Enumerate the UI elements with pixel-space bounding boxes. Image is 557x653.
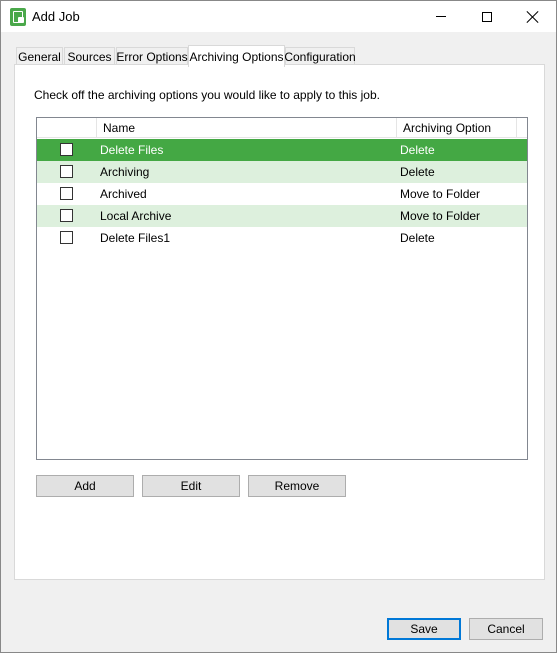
- row-option: Move to Folder: [400, 187, 481, 201]
- list-row-archived[interactable]: Archived Move to Folder: [37, 183, 527, 205]
- row-name: Archiving: [100, 165, 150, 179]
- archiving-options-list[interactable]: Name Archiving Option Delete Files Delet…: [36, 117, 528, 460]
- add-job-window: Add Job General Sources Error Options Ar…: [0, 0, 557, 653]
- list-header: Name Archiving Option: [37, 118, 527, 138]
- row-option: Delete: [400, 231, 435, 245]
- edit-button[interactable]: Edit: [142, 475, 240, 497]
- save-button[interactable]: Save: [387, 618, 461, 640]
- row-option: Move to Folder: [400, 209, 481, 223]
- maximize-button[interactable]: [464, 1, 510, 32]
- row-checkbox[interactable]: [60, 165, 73, 178]
- list-row-archiving[interactable]: Archiving Delete: [37, 161, 527, 183]
- minimize-icon: [436, 16, 446, 17]
- header-name-column[interactable]: Name: [97, 118, 397, 138]
- window-title: Add Job: [32, 9, 80, 24]
- list-row-delete-files1[interactable]: Delete Files1 Delete: [37, 227, 527, 249]
- list-row-local-archive[interactable]: Local Archive Move to Folder: [37, 205, 527, 227]
- header-check-column[interactable]: [37, 118, 97, 138]
- row-checkbox[interactable]: [60, 143, 73, 156]
- add-button[interactable]: Add: [36, 475, 134, 497]
- close-icon: [527, 11, 539, 23]
- app-icon: [10, 8, 26, 26]
- minimize-button[interactable]: [418, 1, 464, 32]
- row-name: Local Archive: [100, 209, 172, 223]
- row-name: Archived: [100, 187, 147, 201]
- title-bar[interactable]: Add Job: [1, 1, 556, 32]
- row-name: Delete Files1: [100, 231, 171, 245]
- row-checkbox[interactable]: [60, 231, 73, 244]
- archiving-options-page: Check off the archiving options you woul…: [14, 64, 545, 580]
- row-name: Delete Files: [100, 143, 164, 157]
- list-row-delete-files[interactable]: Delete Files Delete: [37, 139, 527, 161]
- header-option-column[interactable]: Archiving Option: [397, 118, 517, 138]
- row-option: Delete: [400, 143, 435, 157]
- row-checkbox[interactable]: [60, 209, 73, 222]
- remove-button[interactable]: Remove: [248, 475, 346, 497]
- row-checkbox[interactable]: [60, 187, 73, 200]
- close-button[interactable]: [510, 1, 556, 32]
- tab-archiving-options[interactable]: Archiving Options: [188, 45, 285, 67]
- maximize-icon: [482, 11, 492, 22]
- instruction-text: Check off the archiving options you woul…: [34, 88, 380, 102]
- cancel-button[interactable]: Cancel: [469, 618, 543, 640]
- row-option: Delete: [400, 165, 435, 179]
